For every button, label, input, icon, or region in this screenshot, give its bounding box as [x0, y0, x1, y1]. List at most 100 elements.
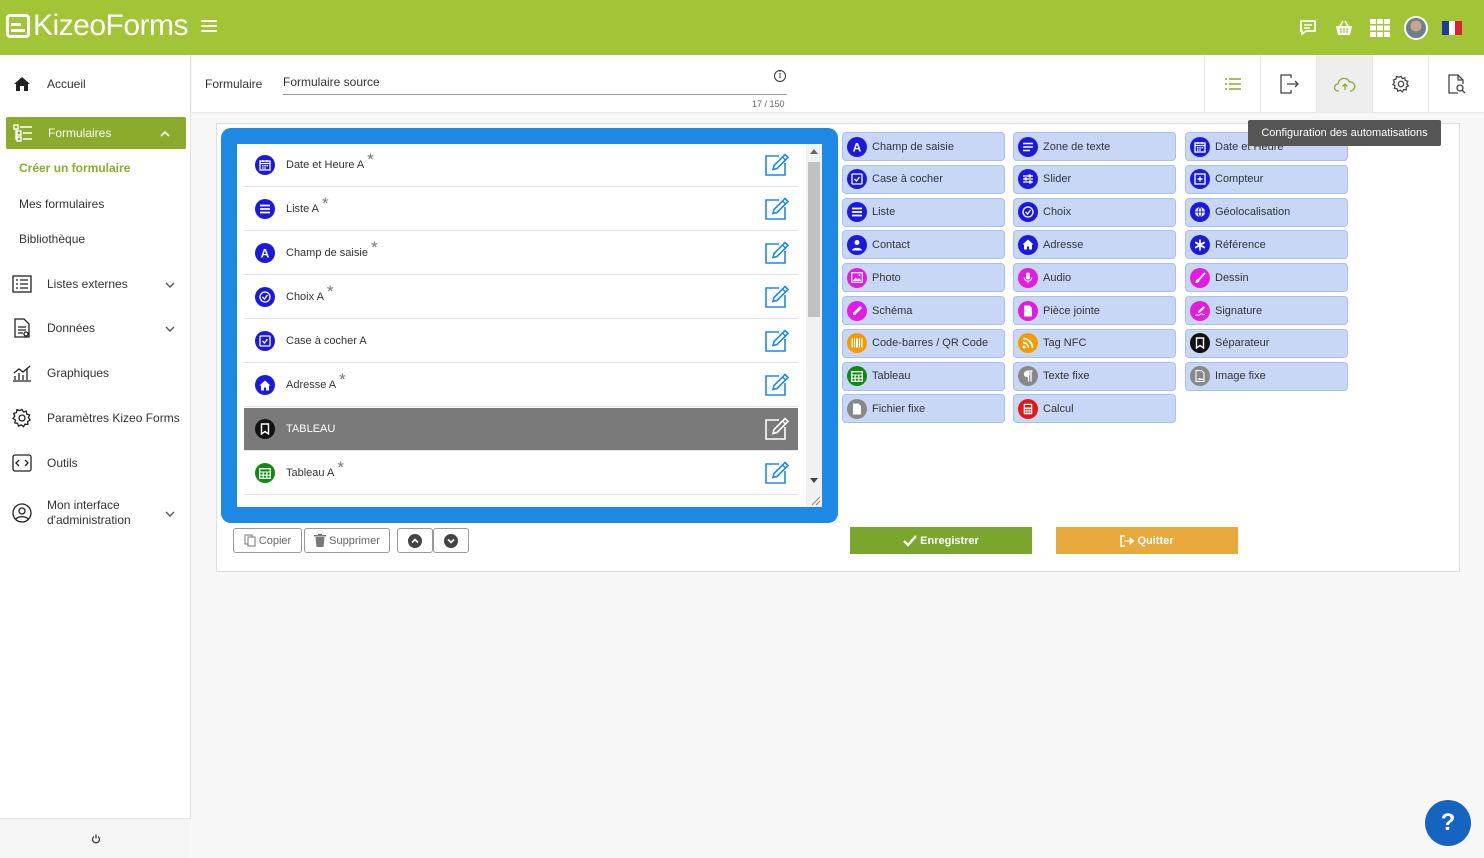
- data-icon: [11, 317, 33, 339]
- palette-item[interactable]: Contact: [842, 230, 1005, 260]
- copy-icon: [244, 534, 256, 547]
- palette-item-label: Code-barres / QR Code: [872, 337, 989, 350]
- sidebar-item-outils[interactable]: Outils: [0, 451, 191, 475]
- sidebar-item-formulaires[interactable]: Formulaires: [6, 117, 186, 149]
- basket-icon[interactable]: [1326, 0, 1362, 55]
- edit-icon[interactable]: [764, 373, 790, 400]
- field-label: Choix A: [286, 291, 324, 303]
- palette-item-label: Choix: [1043, 206, 1072, 219]
- palette-item[interactable]: Signature: [1185, 296, 1348, 325]
- palette-item[interactable]: Audio: [1013, 263, 1176, 293]
- quit-button[interactable]: Quitter: [1056, 527, 1238, 554]
- palette-item[interactable]: Case à cocher: [842, 164, 1005, 194]
- delete-button[interactable]: Supprimer: [304, 528, 390, 553]
- sidebar-item-accueil[interactable]: Accueil: [0, 72, 191, 96]
- chat-icon[interactable]: [1290, 0, 1326, 55]
- sidebar-item-donnees[interactable]: Données: [0, 316, 191, 340]
- sidebar-subitem-mes-formulaires[interactable]: Mes formulaires: [19, 197, 104, 211]
- field-row[interactable]: Case à cocher A: [244, 320, 798, 363]
- move-down-button[interactable]: [433, 528, 469, 553]
- chevron-down-icon: [165, 508, 175, 522]
- form-name-input[interactable]: Formulaire source: [283, 73, 787, 95]
- microphone-icon: [1018, 267, 1038, 288]
- fields-list: Date et Heure A * Liste A * A Champ de saisie…: [237, 144, 822, 507]
- edit-icon[interactable]: [764, 153, 790, 180]
- sidebar-item-listes-externes[interactable]: Listes externes: [0, 272, 191, 296]
- palette-item[interactable]: Référence: [1185, 230, 1348, 260]
- grid-apps-icon[interactable]: [1362, 0, 1398, 55]
- palette-item[interactable]: Séparateur: [1185, 328, 1348, 358]
- france-flag-icon[interactable]: [1434, 0, 1470, 55]
- tab-fields-list[interactable]: [1204, 55, 1260, 113]
- scroll-up-arrow[interactable]: [810, 149, 818, 154]
- scrollbar[interactable]: [806, 144, 822, 507]
- field-row[interactable]: Adresse A *: [244, 364, 798, 407]
- logout-button[interactable]: [0, 818, 191, 858]
- field-row[interactable]: Tableau A *: [244, 452, 798, 495]
- field-row[interactable]: Date et Heure A *: [244, 144, 798, 187]
- gear-icon: [11, 407, 33, 429]
- tab-preview[interactable]: [1428, 55, 1484, 113]
- palette-item[interactable]: Compteur: [1185, 164, 1348, 194]
- edit-icon[interactable]: [764, 461, 790, 488]
- palette-item[interactable]: Code-barres / QR Code: [842, 328, 1005, 358]
- settings-icon: [1391, 75, 1409, 93]
- palette-item[interactable]: A Champ de saisie: [842, 132, 1005, 161]
- palette-item[interactable]: Pièce jointe: [1013, 296, 1176, 325]
- palette-item-label: Case à cocher: [872, 173, 943, 186]
- copy-label: Copier: [258, 534, 292, 547]
- palette-item[interactable]: Adresse: [1013, 230, 1176, 260]
- palette-item[interactable]: Slider: [1013, 164, 1176, 194]
- palette-item[interactable]: Zone de texte: [1013, 132, 1176, 161]
- scroll-thumb[interactable]: [808, 162, 820, 317]
- palette-item[interactable]: Tag NFC: [1013, 328, 1176, 358]
- sidebar-item-admin[interactable]: Mon interface d'administration: [0, 496, 191, 530]
- palette-item[interactable]: Texte fixe: [1013, 361, 1176, 391]
- sidebar-item-label: Graphiques: [47, 366, 110, 380]
- sidebar-subitem-bibliotheque[interactable]: Bibliothèque: [19, 232, 85, 246]
- palette-item[interactable]: Géolocalisation: [1185, 197, 1348, 227]
- tab-export[interactable]: [1260, 55, 1316, 113]
- field-row[interactable]: Choix A *: [244, 276, 798, 319]
- field-row[interactable]: Liste A *: [244, 188, 798, 231]
- field-label: Liste A: [286, 203, 320, 215]
- kizeo-logo[interactable]: KizeoForms: [6, 9, 189, 42]
- sidebar-subitem-creer[interactable]: Créer un formulaire: [19, 161, 130, 175]
- edit-icon[interactable]: [764, 197, 790, 224]
- palette-item[interactable]: Schéma: [842, 296, 1005, 325]
- edit-icon[interactable]: [764, 329, 790, 356]
- field-row[interactable]: A Champ de saisie *: [244, 232, 798, 275]
- help-button[interactable]: ?: [1425, 800, 1471, 846]
- edit-icon[interactable]: [764, 285, 790, 312]
- sidebar-item-label: Données: [47, 321, 96, 335]
- required-star: *: [339, 370, 346, 389]
- slider-icon: [1018, 169, 1038, 190]
- palette-item[interactable]: Calcul: [1013, 394, 1176, 424]
- edit-icon[interactable]: [764, 417, 790, 444]
- required-star: *: [322, 194, 329, 213]
- required-star: *: [370, 238, 378, 257]
- move-up-button[interactable]: [397, 528, 433, 553]
- info-icon[interactable]: i: [774, 70, 786, 82]
- tab-automations[interactable]: [1316, 55, 1372, 113]
- checkbox-icon: [255, 331, 275, 351]
- scroll-down-arrow[interactable]: [810, 478, 818, 483]
- resize-grip-icon[interactable]: [809, 494, 821, 506]
- palette-item-label: Calcul: [1043, 402, 1074, 415]
- menu-toggle-icon[interactable]: [201, 20, 217, 34]
- save-button[interactable]: Enregistrer: [850, 527, 1032, 554]
- palette-item[interactable]: Dessin: [1185, 263, 1348, 293]
- palette-item[interactable]: Image fixe: [1185, 361, 1348, 391]
- palette-item[interactable]: Tableau: [842, 361, 1005, 391]
- copy-button[interactable]: Copier: [233, 528, 302, 553]
- edit-icon[interactable]: [764, 241, 790, 268]
- field-row[interactable]: TABLEAU: [244, 408, 798, 451]
- sidebar-item-graphiques[interactable]: Graphiques: [0, 361, 191, 385]
- palette-item[interactable]: Photo: [842, 263, 1005, 293]
- palette-item[interactable]: Choix: [1013, 197, 1176, 227]
- tab-settings[interactable]: [1372, 55, 1428, 113]
- palette-item[interactable]: Fichier fixe: [842, 394, 1005, 424]
- palette-item[interactable]: Liste: [842, 197, 1005, 227]
- sidebar-item-parametres[interactable]: Paramètres Kizeo Forms: [0, 406, 191, 430]
- user-avatar[interactable]: [1398, 0, 1434, 55]
